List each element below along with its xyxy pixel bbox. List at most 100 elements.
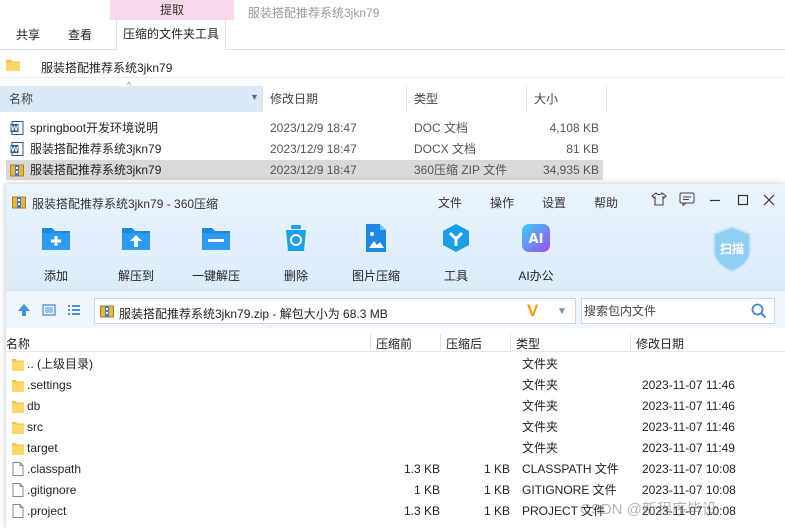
column-divider[interactable] — [630, 334, 631, 350]
view-detail-icon[interactable] — [42, 303, 56, 317]
entry-type: 文件夹 — [522, 399, 559, 413]
archive-list-header: 名称 压缩前 压缩后 类型 修改日期 — [6, 332, 785, 352]
up-arrow-icon[interactable] — [17, 303, 31, 317]
chevron-down-icon[interactable]: ▼ — [250, 92, 259, 102]
extract-to-icon — [122, 228, 150, 250]
add-button[interactable]: 添加 — [21, 222, 91, 284]
scan-button[interactable]: 扫描 — [712, 225, 752, 273]
file-type: 360压缩 ZIP 文件 — [414, 163, 508, 177]
svg-text:W: W — [11, 125, 19, 133]
column-header-size-before[interactable]: 压缩前 — [376, 335, 412, 352]
column-header-size-after[interactable]: 压缩后 — [446, 335, 482, 352]
archive-path-text: 服装搭配推荐系统3jkn79.zip - 解包大小为 68.3 MB — [119, 307, 388, 321]
folder-icon — [12, 443, 24, 455]
add-icon — [42, 228, 70, 250]
entry-date: 2023-11-07 11:49 — [642, 441, 735, 455]
chevron-down-icon[interactable]: ▼ — [557, 306, 567, 317]
column-divider[interactable] — [406, 86, 407, 112]
maximize-icon[interactable] — [734, 192, 752, 210]
delete-button[interactable]: 删除 — [261, 222, 331, 284]
entry-name: .settings — [27, 378, 72, 392]
close-icon[interactable] — [760, 192, 778, 210]
search-input[interactable] — [584, 302, 744, 320]
column-header-date[interactable]: 修改日期 — [270, 86, 318, 112]
feedback-icon[interactable] — [678, 192, 696, 210]
extract-to-label: 解压到 — [117, 269, 154, 283]
tab-share[interactable]: 共享 — [16, 26, 40, 43]
entry-name: src — [27, 420, 43, 434]
column-divider[interactable] — [606, 86, 607, 112]
tools-button[interactable]: 工具 — [421, 222, 491, 284]
file-date: 2023/12/9 18:47 — [270, 163, 357, 177]
file-row[interactable]: W 服装搭配推荐系统3jkn79 2023/12/9 18:47 DOCX 文档… — [6, 139, 603, 159]
one-click-extract-button[interactable]: 一键解压 — [181, 222, 251, 284]
file-size: 4,108 KB — [549, 121, 599, 135]
column-header-name[interactable]: 名称 — [9, 86, 33, 112]
zip-archive-icon — [100, 305, 114, 318]
svg-text:W: W — [11, 146, 19, 154]
column-divider[interactable] — [510, 334, 511, 350]
ribbon-context-tab-extract[interactable]: 提取 — [110, 0, 234, 20]
list-item[interactable]: .settings 文件夹 2023-11-07 11:46 — [6, 375, 785, 396]
extract-to-button[interactable]: 解压到 — [101, 222, 171, 284]
svg-text:AI: AI — [529, 232, 544, 247]
vip-badge-icon[interactable]: V — [527, 301, 538, 321]
file-row-selected[interactable]: 服装搭配推荐系统3jkn79 2023/12/9 18:47 360压缩 ZIP… — [6, 160, 603, 180]
file-icon — [12, 504, 24, 518]
list-item[interactable]: .classpath 1.3 KB 1 KB CLASSPATH 文件 2023… — [6, 459, 785, 480]
folder-icon — [12, 359, 24, 371]
column-header-name[interactable]: 名称 — [6, 335, 30, 352]
column-header-date[interactable]: 修改日期 — [636, 335, 684, 352]
zip-app-icon — [12, 196, 26, 209]
column-header-type[interactable]: 类型 — [516, 335, 540, 352]
menu-file[interactable]: 文件 — [438, 194, 462, 211]
search-box[interactable] — [581, 298, 775, 324]
file-type: DOC 文档 — [414, 121, 469, 135]
ai-office-button[interactable]: AI AI办公 — [501, 222, 571, 284]
entry-name: db — [27, 399, 41, 413]
column-header-size[interactable]: 大小 — [534, 86, 558, 112]
column-divider[interactable] — [262, 86, 263, 112]
file-row[interactable]: W springboot开发环境说明 2023/12/9 18:47 DOC 文… — [6, 118, 603, 138]
one-click-extract-label: 一键解压 — [191, 269, 240, 283]
ai-office-icon: AI — [522, 224, 550, 252]
zip-archive-icon — [10, 164, 24, 177]
view-list-icon[interactable] — [67, 303, 81, 317]
column-divider[interactable] — [526, 86, 527, 112]
menu-help[interactable]: 帮助 — [594, 194, 618, 211]
entry-size-after: 1 KB — [483, 504, 510, 518]
image-compress-button[interactable]: 图片压缩 — [341, 222, 411, 284]
list-item[interactable]: target 文件夹 2023-11-07 11:49 — [6, 438, 785, 459]
tab-view[interactable]: 查看 — [68, 26, 92, 43]
entry-name: .project — [27, 504, 67, 518]
file-icon — [12, 462, 24, 476]
list-item[interactable]: db 文件夹 2023-11-07 11:46 — [6, 396, 785, 417]
search-icon[interactable] — [751, 303, 767, 319]
menu-settings[interactable]: 设置 — [542, 194, 566, 211]
tab-compressed-folder-tools[interactable]: 压缩的文件夹工具 — [116, 20, 227, 50]
one-click-extract-icon — [202, 228, 230, 250]
file-date: 2023/12/9 18:47 — [270, 121, 357, 135]
ribbon-tab-bar: 共享 查看 压缩的文件夹工具 — [0, 20, 785, 50]
watermark: CSDN @新程序毕设 — [580, 501, 717, 518]
column-divider[interactable] — [370, 334, 371, 350]
column-header-type[interactable]: 类型 — [414, 86, 438, 112]
column-divider[interactable] — [440, 334, 441, 350]
skin-icon[interactable] — [650, 192, 668, 210]
entry-size-before: 1.3 KB — [403, 504, 440, 518]
list-item[interactable]: .. (上级目录) 文件夹 — [6, 354, 785, 375]
menu-operate[interactable]: 操作 — [490, 194, 514, 211]
word-docx-icon: W — [10, 142, 24, 156]
add-label: 添加 — [43, 269, 68, 283]
minimize-icon[interactable] — [706, 192, 724, 210]
archive-path-field[interactable]: 服装搭配推荐系统3jkn79.zip - 解包大小为 68.3 MB V ▼ — [94, 298, 576, 324]
address-bar[interactable]: 服装搭配推荐系统3jkn79 — [0, 54, 785, 78]
list-item[interactable]: src 文件夹 2023-11-07 11:46 — [6, 417, 785, 438]
image-compress-label: 图片压缩 — [351, 269, 400, 283]
folder-icon — [12, 401, 24, 413]
entry-size-after: 1 KB — [483, 483, 510, 497]
zip-window: 服装搭配推荐系统3jkn79 - 360压缩 文件 操作 设置 帮助 添加 解压… — [6, 184, 785, 528]
entry-date: 2023-11-07 11:46 — [642, 399, 735, 413]
folder-icon — [6, 60, 20, 71]
file-type: DOCX 文档 — [414, 142, 477, 156]
